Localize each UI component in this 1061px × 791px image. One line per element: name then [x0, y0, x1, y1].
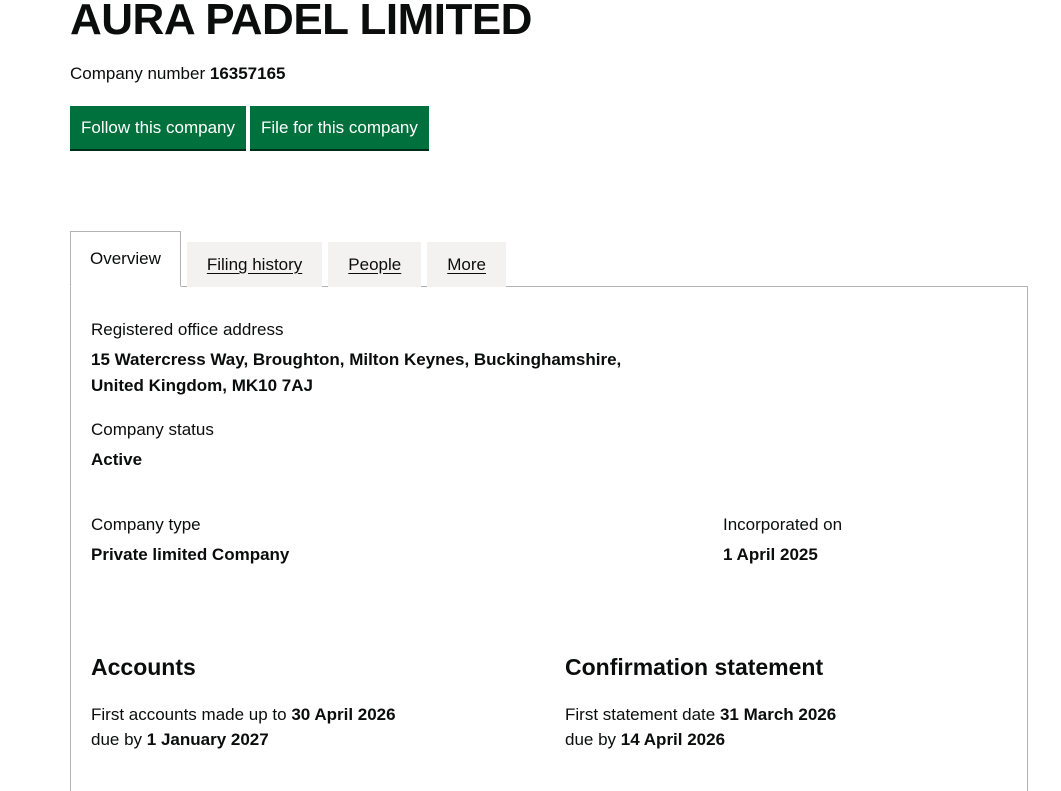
tab-filing-history[interactable]: Filing history	[186, 242, 323, 287]
confirmation-date: First statement date 31 March 2026	[565, 702, 836, 727]
company-actions: Follow this company File for this compan…	[70, 106, 429, 149]
overview-panel: Registered office address 15 Watercress …	[70, 286, 1028, 791]
confirmation-due-prefix: due by	[565, 730, 617, 749]
tab-people[interactable]: People	[328, 242, 422, 287]
company-status-label: Company status	[91, 420, 214, 439]
tab-more[interactable]: More	[427, 242, 506, 287]
company-number-value: 16357165	[209, 64, 286, 83]
registered-office-line2: United Kingdom, MK10 7AJ	[91, 376, 313, 395]
company-title: AURA PADEL LIMITED	[70, 0, 532, 44]
registered-office-line1: 15 Watercress Way, Broughton, Milton Key…	[91, 350, 622, 369]
accounts-made-up: First accounts made up to 30 April 2026	[91, 702, 396, 727]
company-tabs: Overview Filing history People More	[70, 231, 506, 287]
file-for-company-button[interactable]: File for this company	[250, 106, 429, 149]
accounts-made-up-date: 30 April 2026	[291, 705, 396, 724]
follow-company-button[interactable]: Follow this company	[70, 106, 247, 149]
confirmation-due: due by 14 April 2026	[565, 727, 725, 752]
company-type-value: Private limited Company	[91, 545, 290, 564]
company-number: Company number 16357165	[70, 64, 286, 84]
company-status-value: Active	[91, 450, 143, 469]
company-number-label: Company number	[70, 64, 206, 83]
confirmation-heading: Confirmation statement	[565, 654, 824, 680]
confirmation-date-prefix: First statement date	[565, 705, 716, 724]
accounts-due-prefix: due by	[91, 730, 143, 749]
accounts-made-up-prefix: First accounts made up to	[91, 705, 287, 724]
registered-office-label: Registered office address	[91, 320, 284, 339]
confirmation-date-value: 31 March 2026	[719, 705, 837, 724]
accounts-heading: Accounts	[91, 654, 196, 680]
company-overview-page: AURA PADEL LIMITED Company number 163571…	[0, 0, 1061, 791]
confirmation-due-date: 14 April 2026	[620, 730, 726, 749]
company-type-label: Company type	[91, 515, 201, 534]
tab-overview[interactable]: Overview	[70, 231, 181, 287]
accounts-due: due by 1 January 2027	[91, 727, 269, 752]
incorporated-value: 1 April 2025	[723, 545, 818, 564]
accounts-due-date: 1 January 2027	[146, 730, 269, 749]
incorporated-label: Incorporated on	[723, 515, 843, 534]
